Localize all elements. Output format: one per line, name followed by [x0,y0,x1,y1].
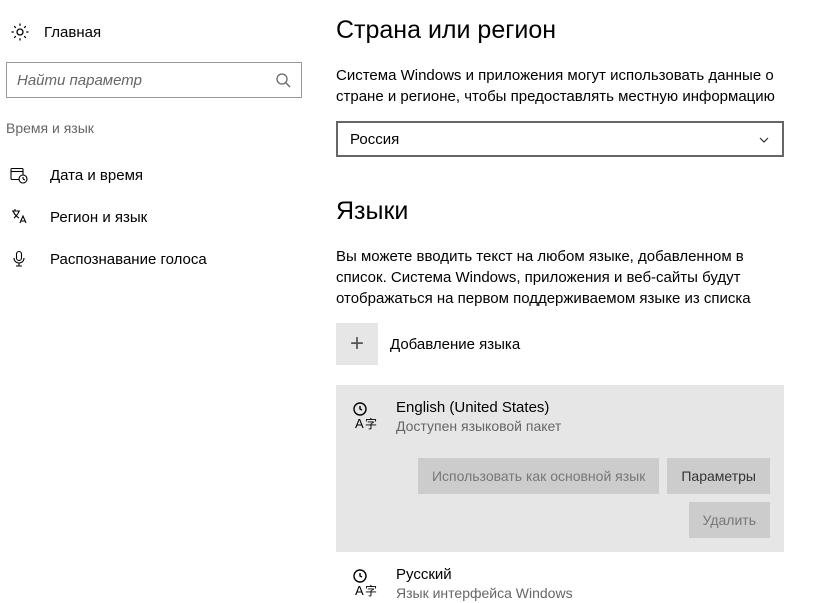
set-default-button[interactable]: Использовать как основной язык [418,458,659,494]
gear-icon [10,22,30,42]
search-icon [275,72,291,88]
language-subtitle: Доступен языковой пакет [396,418,561,434]
svg-text:A: A [355,416,364,431]
sidebar-item-region-language[interactable]: Регион и язык [0,196,320,238]
chevron-down-icon [758,133,770,145]
main-content: Страна или регион Система Windows и прил… [320,0,813,598]
add-language-label: Добавление языка [390,336,520,353]
nav-label: Дата и время [50,167,143,184]
language-item[interactable]: A 字 Русский Язык интерфейса Windows [336,566,784,601]
search-box[interactable] [6,62,302,98]
language-name: English (United States) [396,399,561,416]
remove-button[interactable]: Удалить [689,502,770,538]
microphone-icon [10,250,28,268]
nav-label: Регион и язык [50,209,147,226]
home-button[interactable]: Главная [0,16,320,48]
region-description: Система Windows и приложения могут испол… [336,65,785,107]
sidebar-item-date-time[interactable]: Дата и время [0,154,320,196]
language-a-icon: A 字 [350,568,380,598]
sidebar: Главная Время и язык Дата и время [0,0,320,598]
language-icon [10,208,28,226]
calendar-clock-icon [10,166,28,184]
language-name: Русский [396,566,573,583]
search-input[interactable] [7,63,301,97]
languages-heading: Языки [336,197,785,226]
languages-description: Вы можете вводить текст на любом языке, … [336,246,785,309]
plus-icon: + [336,323,378,365]
region-heading: Страна или регион [336,16,785,45]
language-item-selected[interactable]: A 字 English (United States) Доступен язы… [336,385,784,552]
options-button[interactable]: Параметры [667,458,770,494]
language-a-icon: A 字 [350,401,380,431]
svg-text:字: 字 [365,416,377,431]
nav-label: Распознавание голоса [50,251,207,268]
svg-text:字: 字 [365,583,377,598]
add-language-button[interactable]: + Добавление языка [336,323,785,365]
svg-text:A: A [355,583,364,598]
language-subtitle: Язык интерфейса Windows [396,585,573,601]
search-wrap [0,62,320,98]
delete-row: Удалить [350,502,770,538]
home-label: Главная [44,24,101,41]
country-value: Россия [350,131,399,148]
sidebar-item-speech[interactable]: Распознавание голоса [0,238,320,280]
section-title: Время и язык [0,120,320,154]
language-header: A 字 English (United States) Доступен язы… [350,399,770,434]
language-buttons: Использовать как основной язык Параметры [350,458,770,494]
country-select[interactable]: Россия [336,121,784,157]
